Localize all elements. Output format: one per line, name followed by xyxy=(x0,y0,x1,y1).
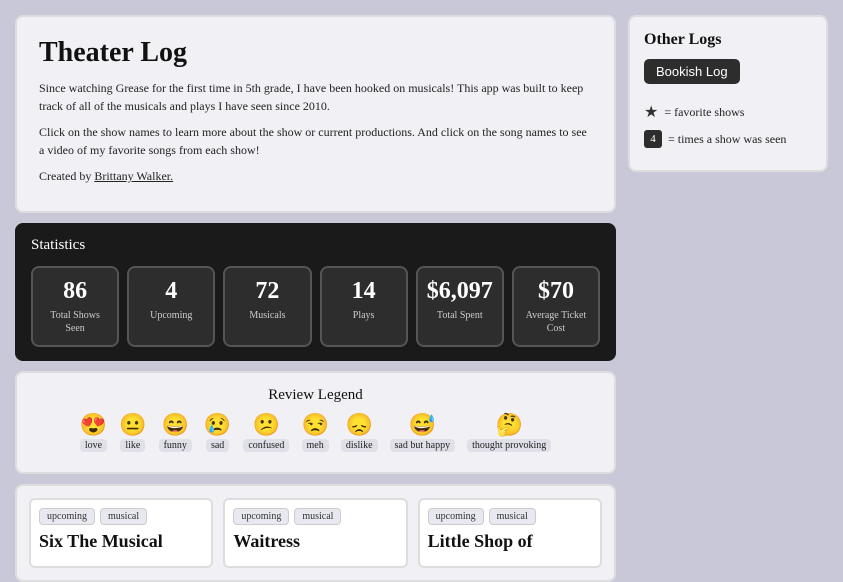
header-card: Theater Log Since watching Grease for th… xyxy=(15,15,616,213)
review-legend-section: Review Legend 😍 love 😐 like 😄 funny 😢 sa… xyxy=(15,371,616,474)
emoji-label: sad xyxy=(206,439,229,452)
stat-box: 86 Total Shows Seen xyxy=(31,266,119,347)
star-legend-row: ★ = favorite shows xyxy=(644,102,812,122)
emoji-item: 😢 sad xyxy=(204,414,231,452)
emoji-row: 😍 love 😐 like 😄 funny 😢 sad 😕 confused 😒… xyxy=(33,414,598,452)
stat-number: 86 xyxy=(41,278,109,305)
show-tags: upcoming musical xyxy=(39,508,203,525)
emoji-label: dislike xyxy=(341,439,378,452)
emoji-item: 😍 love xyxy=(80,414,107,452)
emoji-icon: 😍 xyxy=(80,414,107,436)
stat-label: Total Spent xyxy=(426,309,494,322)
stat-label: Total Shows Seen xyxy=(41,309,109,335)
statistics-section: Statistics 86 Total Shows Seen 4 Upcomin… xyxy=(15,223,616,361)
emoji-item: 😄 funny xyxy=(159,414,192,452)
emoji-label: thought provoking xyxy=(467,439,551,452)
show-card[interactable]: upcoming musical Waitress xyxy=(223,498,407,568)
stats-grid: 86 Total Shows Seen 4 Upcoming 72 Musica… xyxy=(31,266,600,347)
stat-box: 72 Musicals xyxy=(223,266,311,347)
emoji-item: 😅 sad but happy xyxy=(390,414,456,452)
show-tag: musical xyxy=(489,508,536,525)
show-name[interactable]: Six The Musical xyxy=(39,531,203,552)
review-legend-title: Review Legend xyxy=(33,387,598,404)
stat-label: Average Ticket Cost xyxy=(522,309,590,335)
bookish-log-button[interactable]: Bookish Log xyxy=(644,59,740,84)
stat-box: 14 Plays xyxy=(320,266,408,347)
description-2: Click on the show names to learn more ab… xyxy=(39,123,592,159)
emoji-item: 😒 meh xyxy=(301,414,328,452)
author-link[interactable]: Brittany Walker. xyxy=(94,169,173,183)
emoji-icon: 😒 xyxy=(301,414,328,436)
stat-label: Musicals xyxy=(233,309,301,322)
number-legend-label: = times a show was seen xyxy=(668,132,786,147)
emoji-icon: 😐 xyxy=(119,414,146,436)
star-legend-label: = favorite shows xyxy=(664,105,744,120)
other-logs-title: Other Logs xyxy=(644,31,812,49)
stat-label: Plays xyxy=(330,309,398,322)
stat-box: $6,097 Total Spent xyxy=(416,266,504,347)
show-card[interactable]: upcoming musical Little Shop of xyxy=(418,498,602,568)
emoji-label: love xyxy=(80,439,107,452)
stat-label: Upcoming xyxy=(137,309,205,322)
created-by: Created by Brittany Walker. xyxy=(39,167,592,185)
number-legend-row: 4 = times a show was seen xyxy=(644,130,812,148)
shows-section: upcoming musical Six The Musical upcoming… xyxy=(15,484,616,582)
description-1: Since watching Grease for the first time… xyxy=(39,79,592,115)
page-title: Theater Log xyxy=(39,37,592,69)
stat-box: 4 Upcoming xyxy=(127,266,215,347)
emoji-item: 😕 confused xyxy=(243,414,289,452)
show-tag: upcoming xyxy=(39,508,95,525)
sidebar: Other Logs Bookish Log ★ = favorite show… xyxy=(628,15,828,546)
emoji-label: like xyxy=(120,439,145,452)
show-tags: upcoming musical xyxy=(428,508,592,525)
show-name[interactable]: Waitress xyxy=(233,531,397,552)
sidebar-legend: ★ = favorite shows 4 = times a show was … xyxy=(644,102,812,148)
emoji-icon: 😄 xyxy=(162,414,189,436)
statistics-title: Statistics xyxy=(31,237,600,254)
stat-number: $70 xyxy=(522,278,590,305)
emoji-label: sad but happy xyxy=(390,439,456,452)
emoji-item: 🤔 thought provoking xyxy=(467,414,551,452)
show-tag: musical xyxy=(100,508,147,525)
emoji-icon: 😅 xyxy=(409,414,436,436)
show-card[interactable]: upcoming musical Six The Musical xyxy=(29,498,213,568)
number-badge: 4 xyxy=(644,130,662,148)
show-tags: upcoming musical xyxy=(233,508,397,525)
emoji-label: funny xyxy=(159,439,192,452)
show-name[interactable]: Little Shop of xyxy=(428,531,592,552)
show-tag: upcoming xyxy=(233,508,289,525)
show-tag: musical xyxy=(294,508,341,525)
emoji-icon: 😞 xyxy=(345,414,372,436)
stat-number: 4 xyxy=(137,278,205,305)
emoji-item: 😞 dislike xyxy=(341,414,378,452)
stat-number: $6,097 xyxy=(426,278,494,305)
stat-number: 14 xyxy=(330,278,398,305)
emoji-icon: 😢 xyxy=(204,414,231,436)
emoji-icon: 😕 xyxy=(253,414,280,436)
stat-box: $70 Average Ticket Cost xyxy=(512,266,600,347)
emoji-label: confused xyxy=(243,439,289,452)
show-tag: upcoming xyxy=(428,508,484,525)
emoji-item: 😐 like xyxy=(119,414,146,452)
emoji-label: meh xyxy=(302,439,329,452)
stat-number: 72 xyxy=(233,278,301,305)
other-logs-card: Other Logs Bookish Log ★ = favorite show… xyxy=(628,15,828,172)
star-icon: ★ xyxy=(644,102,658,122)
emoji-icon: 🤔 xyxy=(495,414,522,436)
